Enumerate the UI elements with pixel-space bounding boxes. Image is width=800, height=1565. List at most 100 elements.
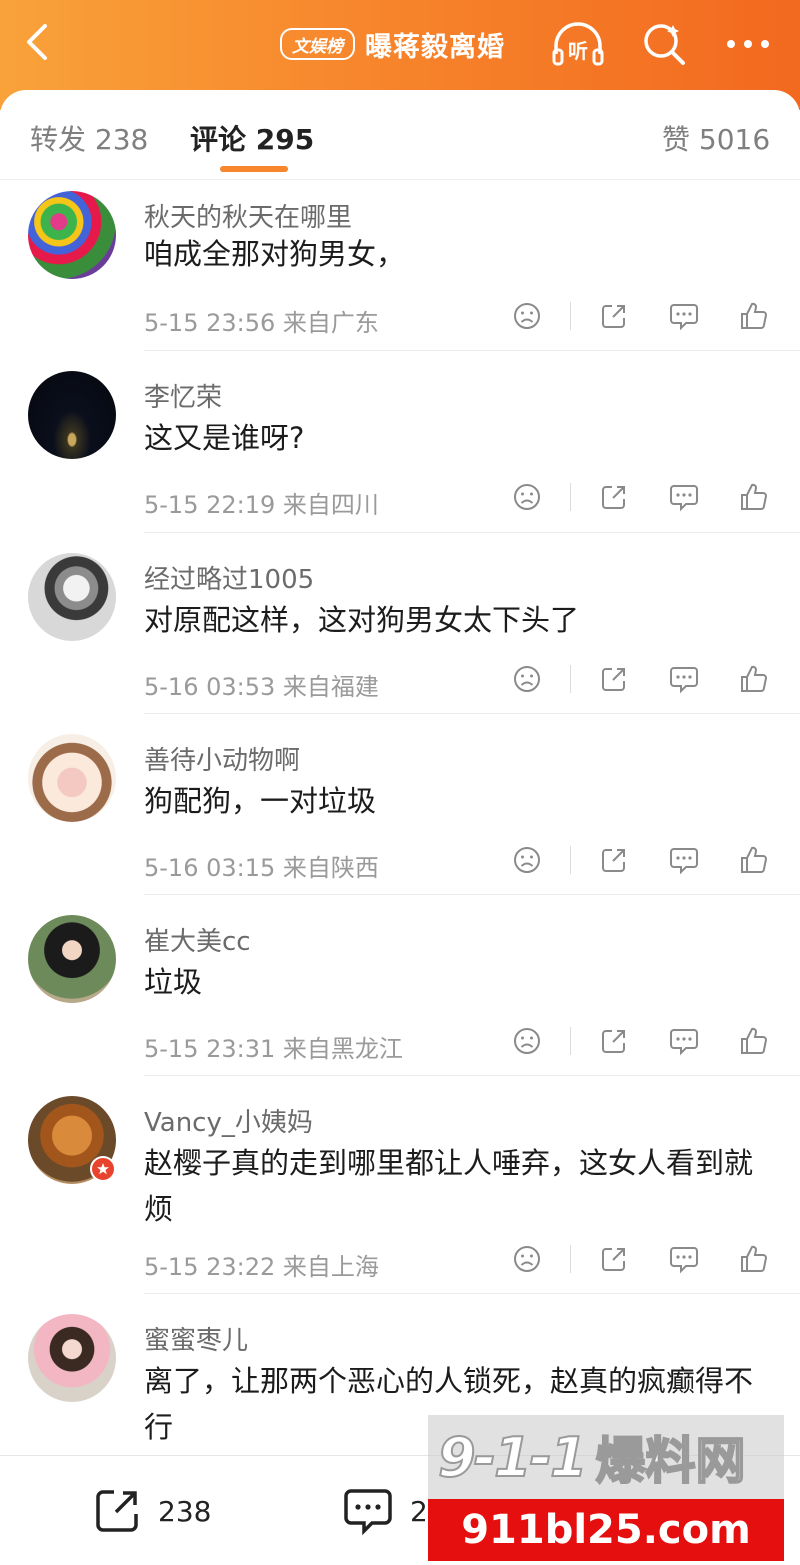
frown-face-icon [514, 1246, 540, 1272]
dislike-button[interactable] [505, 1021, 549, 1061]
comment-text: 赵樱子真的走到哪里都让人唾弃，这女人看到就烦 [144, 1146, 754, 1226]
comment-list: 秋天的秋天在哪里 咱成全那对狗男女， 5-15 23:56 来自广东 李忆荣 这… [0, 181, 800, 1454]
comment-actions [500, 1239, 780, 1279]
comment-meta: 5-15 23:31 来自黑龙江 [144, 1035, 403, 1063]
divider [570, 665, 571, 693]
commenter-name[interactable]: 李忆荣 [144, 377, 222, 414]
share-icon [96, 1490, 138, 1532]
share-button[interactable] [592, 296, 636, 336]
divider [570, 1245, 571, 1273]
reply-button[interactable] [662, 659, 706, 699]
reply-button[interactable] [662, 1021, 706, 1061]
share-button[interactable] [592, 659, 636, 699]
avatar[interactable] [28, 191, 116, 279]
share-button[interactable] [592, 840, 636, 880]
search-button[interactable] [636, 18, 692, 70]
divider [570, 302, 571, 330]
like-button[interactable] [732, 477, 776, 517]
tab-repost[interactable]: 转发 238 [30, 118, 148, 158]
reply-button[interactable] [662, 840, 706, 880]
comment-actions [500, 296, 780, 336]
dislike-button[interactable] [505, 840, 549, 880]
commenter-name[interactable]: 秋天的秋天在哪里 [144, 197, 352, 234]
avatar[interactable] [28, 1096, 116, 1184]
reply-button[interactable] [662, 296, 706, 336]
repost-action[interactable]: 238 [92, 1486, 211, 1536]
like-button[interactable] [732, 659, 776, 699]
share-button[interactable] [592, 477, 636, 517]
like-button[interactable] [732, 1239, 776, 1279]
avatar[interactable] [28, 371, 116, 459]
comment-bubble-icon [670, 1247, 698, 1274]
avatar[interactable] [28, 1314, 116, 1402]
divider [570, 483, 571, 511]
share-icon [602, 668, 625, 691]
thumbs-up-icon [741, 483, 768, 510]
commenter-name[interactable]: 蜜蜜枣儿 [144, 1320, 248, 1357]
comment-meta: 5-16 03:53 来自福建 [144, 673, 379, 701]
hot-list-badge[interactable]: 文娱榜 [280, 28, 355, 60]
dislike-button[interactable] [505, 296, 549, 336]
like-button[interactable] [732, 1021, 776, 1061]
comment-item: 经过略过1005 对原配这样，这对狗男女太下头了 5-16 03:53 来自福建 [0, 533, 800, 714]
back-arrow-icon [27, 24, 47, 60]
share-icon [602, 1030, 625, 1053]
back-button[interactable] [18, 20, 58, 64]
thumbs-up-icon [741, 665, 768, 692]
divider [570, 1027, 571, 1055]
search-icon [644, 24, 685, 65]
commenter-name[interactable]: 经过略过1005 [144, 559, 314, 596]
share-icon [602, 849, 625, 872]
watermark-logo-panel: 9-1-1 爆料网 [428, 1415, 784, 1499]
divider [570, 846, 571, 874]
commenter-name[interactable]: 崔大美cc [144, 921, 251, 958]
share-icon [602, 305, 625, 328]
commenter-name[interactable]: Vancy_小姨妈 [144, 1102, 313, 1139]
share-button[interactable] [592, 1239, 636, 1279]
comment-bubble-icon [670, 485, 698, 512]
avatar[interactable] [28, 734, 116, 822]
comment-text: 咱成全那对狗男女， [144, 237, 406, 271]
comment-item: 李忆荣 这又是谁呀? 5-15 22:19 来自四川 [0, 351, 800, 533]
avatar[interactable] [28, 915, 116, 1003]
watermark-logo: 9-1-1 [437, 1425, 589, 1490]
reply-button[interactable] [662, 477, 706, 517]
comment-bubble-icon [344, 1489, 392, 1536]
tab-comments[interactable]: 评论 295 [190, 118, 314, 158]
comment-item: Vancy_小姨妈 赵樱子真的走到哪里都让人唾弃，这女人看到就烦 5-15 23… [0, 1076, 800, 1294]
active-tab-indicator [220, 166, 288, 172]
dislike-button[interactable] [505, 659, 549, 699]
like-button[interactable] [732, 296, 776, 336]
comment-item: 善待小动物啊 狗配狗，一对垃圾 5-16 03:15 来自陕西 [0, 714, 800, 895]
watermark-url: 911bl25.com [428, 1499, 784, 1561]
thumbs-up-icon [741, 1027, 768, 1054]
thumbs-up-icon [741, 302, 768, 329]
topic-title-group: 文娱榜 曝蒋毅离婚 [280, 24, 505, 64]
avatar[interactable] [28, 553, 116, 641]
listen-label: 听 [568, 39, 588, 63]
more-button[interactable] [720, 18, 776, 70]
listen-button[interactable]: 听 [550, 18, 606, 70]
repost-count: 238 [158, 1494, 212, 1528]
comment-bubble-icon [670, 667, 698, 694]
share-icon [602, 486, 625, 509]
comment-meta: 5-15 22:19 来自四川 [144, 491, 379, 519]
comment-text: 垃圾 [144, 965, 203, 999]
dislike-button[interactable] [505, 477, 549, 517]
comment-item: 秋天的秋天在哪里 咱成全那对狗男女， 5-15 23:56 来自广东 [0, 181, 800, 351]
comment-meta: 5-15 23:22 来自上海 [144, 1253, 379, 1281]
reply-button[interactable] [662, 1239, 706, 1279]
comment-text: 对原配这样，这对狗男女太下头了 [144, 603, 580, 637]
comment-text: 狗配狗，一对垃圾 [144, 784, 377, 818]
share-button[interactable] [592, 1021, 636, 1061]
frown-face-icon [514, 666, 540, 692]
tab-likes[interactable]: 赞 5016 [662, 118, 770, 158]
frown-face-icon [514, 1028, 540, 1054]
more-dots-icon [727, 40, 769, 48]
comment-item: 崔大美cc 垃圾 5-15 23:31 来自黑龙江 [0, 895, 800, 1076]
like-button[interactable] [732, 840, 776, 880]
dislike-button[interactable] [505, 1239, 549, 1279]
headphones-icon: 听 [552, 22, 604, 66]
commenter-name[interactable]: 善待小动物啊 [144, 740, 300, 777]
comment-bubble-icon [670, 304, 698, 331]
